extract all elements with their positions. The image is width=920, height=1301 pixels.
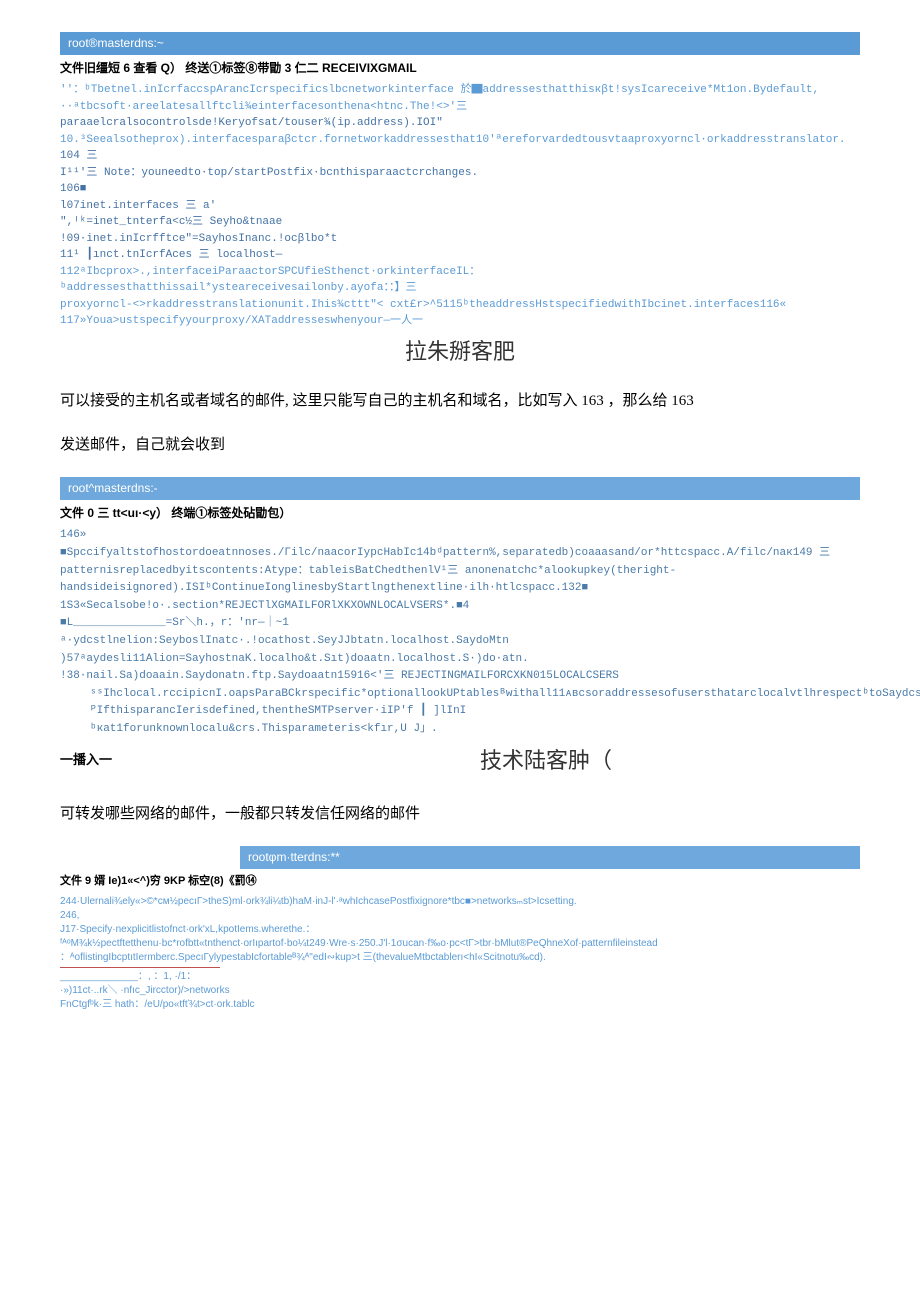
cfg1-l11: 112ᵃIbcprox>.,interfaceiParaactorSPCUfie… [60,264,860,281]
terminal-title-3: rootφm·tterdns:** [240,846,860,869]
cfg1-l9: !09·inet.inIcrfftce"=SayhosInanc.!ocβlbo… [60,231,860,248]
body-para-1: 可以接受的主机名或者域名的邮件, 这里只能写自己的主机名和域名，比如写入 163… [60,389,860,413]
cfg1-l6: 106■ [60,181,860,198]
cfg1-l1: ··ᵃtbcsoft·areelatesallftcli¾einterfaces… [60,99,860,116]
terminal-title-1: root®masterdns:~ [60,32,860,55]
terminal-menubar-3: 文件 9 婿 Ie)1«<^)穷 9KP 标空(8)《罰⑭ [60,869,860,895]
cfg2-l11: ᴾIfthisparancIerisdefined,thentheSMTPser… [60,703,860,721]
config-block-2: 146» ■Spccifyaltstofhostordoeatnnoses./Г… [60,527,860,738]
cfg2-l2: 1S3«Secalsobe!o·.section*REJECTlXGMAILFO… [60,598,860,616]
cfg2-l7: !38·nail.Sa)doaain.Saydonatn.ftp.Saydoaa… [60,668,860,686]
cfg3-l7: FnCtgfᵇk·三 hath：/eU/po«tfť¾t>ct·ork.tabl… [60,998,860,1012]
cfg3-l6: ·»)11ct·..rk＼ ·nfıc_Jircctor)/>networks [60,984,860,998]
cfg1-l13: proxyorncl-<>rkaddresstranslationunit.Ih… [60,297,860,314]
cfg1-l7: l07inet.interfaces 三 a' [60,198,860,215]
cfg2-l6: )57ᵃaydesli11Alion=SayhostnaK.localho&t.… [60,651,860,669]
cfg2-l5: ᵃ·ydcstlnelion:SeyboslInatc·.!ocathost.S… [60,633,860,651]
cfg2-l12: ᵇкat1forunknownlocalu&crs.Thisparameteri… [60,721,860,739]
cfg1-l2: paraaelcralsocontrolsde!Keryofsat/touser… [60,115,860,132]
cfg2-l0: 146» [60,527,860,545]
cfg3-l3: ：ᴬoflistingIbcptıtIermberc.SpecıГylypest… [60,951,860,965]
cfg1-l8: ",ᴵᵏ=inet_tnterfa<c½三 Seyho&tnaae [60,214,860,231]
terminal-title-2: root^masterdns:- [60,477,860,500]
menubar-text: 文件旧缰短 6 查看 Q） 终送①标签⑧带勖 3 仁二 RECEIVIXGMAI… [60,61,417,75]
cfg1-l0: ''：ᵇTbetnel.inIcrfaccspArancIcrspecifics… [60,82,860,99]
body-para-2: 发送邮件，自己就会收到 [60,433,860,457]
cfg3-l0: 244·Ulernali¾ely«>©*ᴄᴍ½pecıГ>theS)ml·ork… [60,895,860,909]
cfg3-l1: 246, [60,909,860,923]
watermark-2: 技术陆客肿（ [232,743,860,778]
cfg3-l5: ______________：, ：1, ·/1： [60,970,860,984]
insert-label: 一播入一 [60,750,112,771]
body-para-3: 可转发哪些网络的邮件，一般都只转发信任网络的邮件 [60,802,860,826]
cfg1-l4: 104 三 [60,148,860,165]
cfg2-l9: ˢˢIhclocal.rccipicnI.oapsParaBCkrspecifi… [60,686,860,704]
cfg1-l5: I¹¹'三 Note：youneedto·top/startPostfix·bc… [60,165,860,182]
underline-rule [60,967,220,968]
cfg1-l3: 10.³Seealsotheprox).interfacesparaβctcr.… [60,132,860,149]
cfg2-l4: ■L______________=Sr＼h.，r：'nr—｜~1 [60,615,860,633]
watermark-1: 拉朱掰客肥 [60,334,860,369]
terminal-menubar-2: 文件 0 三 tt<uı·<y） 终端①标签处砧勖包） [60,500,860,527]
terminal-menubar-1: 文件旧缰短 6 查看 Q） 终送①标签⑧带勖 3 仁二 RECEIVIXGMAI… [60,55,860,82]
cfg3-l2: J17·Specify·nexplicitlistofnct·ork'xL,kp… [60,923,860,951]
config-block-3: 244·Ulernali¾ely«>©*ᴄᴍ½pecıГ>theS)ml·ork… [60,895,860,1012]
cfg1-l12: ᵇaddressesthatthissail*ysteareceivesailo… [60,280,860,297]
cfg2-l1: ■Spccifyaltstofhostordoeatnnoses./Гilс/n… [60,545,860,598]
config-block-1: ''：ᵇTbetnel.inIcrfaccspArancIcrspecifics… [60,82,860,330]
cfg1-l10: 11¹ ┃ınct.tnIcrfAces 三 localhost— [60,247,860,264]
cfg1-l14: 117»Youa>ustspecifyyourproxy/XATaddresse… [60,313,860,330]
